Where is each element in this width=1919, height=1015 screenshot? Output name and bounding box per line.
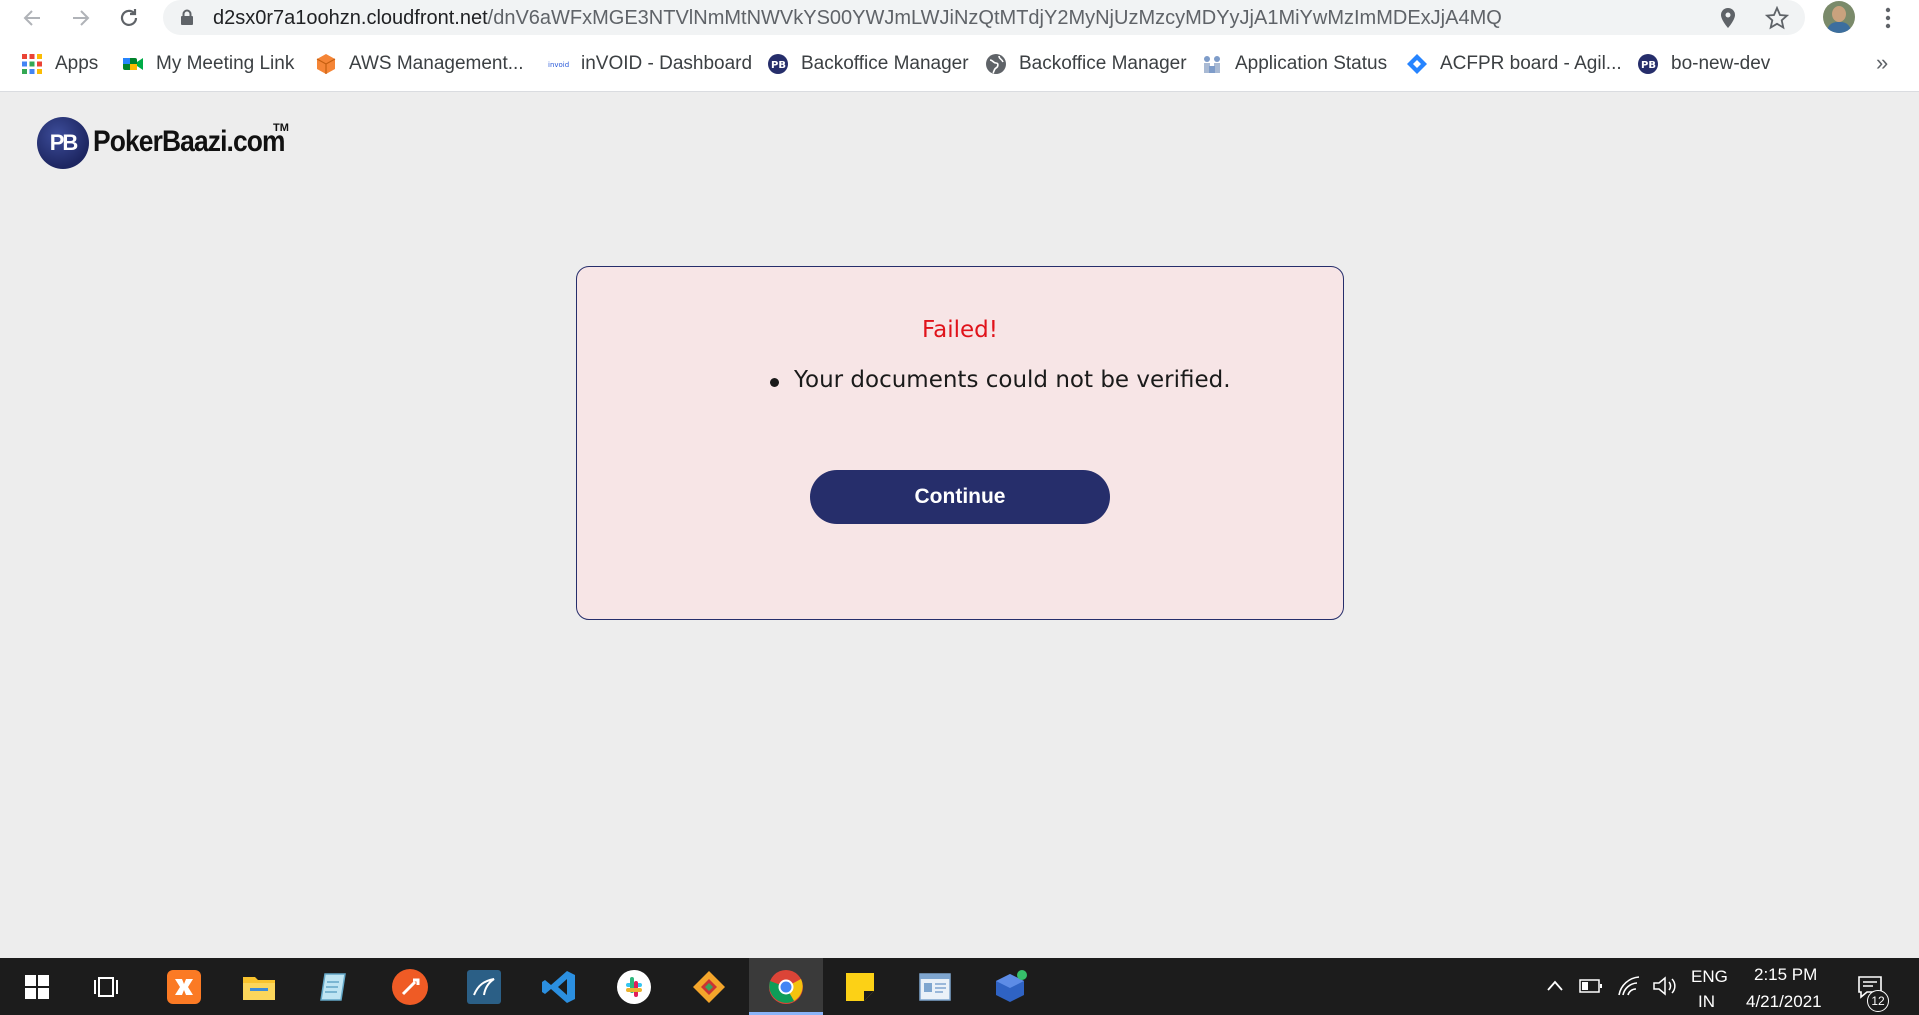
clock-date[interactable]: 4/21/2021 (1746, 992, 1822, 1012)
pb-icon: PB (768, 54, 788, 74)
chevron-up-icon[interactable] (1546, 979, 1564, 993)
taskbar-app-xampp[interactable] (147, 958, 221, 1015)
windows-start-icon (25, 974, 49, 999)
status-title: Failed! (922, 317, 998, 343)
svg-text:PB: PB (771, 60, 786, 71)
avatar-face (1832, 6, 1846, 22)
bookmark-label: My Meeting Link (156, 53, 295, 74)
logo-badge: PB (37, 117, 89, 169)
taskbar-app-vscode[interactable] (522, 958, 596, 1015)
reload-icon (120, 9, 138, 26)
forward-arrow-icon (73, 10, 90, 26)
continue-button[interactable]: Continue (810, 470, 1110, 524)
svg-text:PB: PB (1641, 60, 1656, 71)
task-view-icon (94, 976, 118, 997)
xampp-icon (167, 969, 201, 1004)
taskbar-app-mysql-workbench[interactable] (447, 958, 521, 1015)
jira-icon (1407, 54, 1427, 74)
invoid-icon: invoid (548, 61, 569, 69)
aws-box-icon (316, 54, 336, 74)
taskbar-app-contacts[interactable] (898, 958, 972, 1015)
virtualbox-icon (996, 969, 1027, 1002)
chrome-icon (769, 969, 803, 1004)
bookmarks-bar: Apps My Meeting Link AWS Management... i… (0, 38, 1919, 92)
kebab-menu-icon[interactable] (1876, 6, 1900, 30)
bookmark-meeting-link[interactable]: My Meeting Link (122, 51, 294, 77)
status-icon (1204, 56, 1220, 73)
taskbar-app-slack[interactable] (597, 958, 671, 1015)
taskbar-app-git-tool[interactable] (672, 958, 746, 1015)
bookmark-star-icon[interactable] (1765, 6, 1789, 30)
mysql-workbench-icon (467, 969, 501, 1004)
profile-avatar[interactable] (1823, 1, 1855, 33)
bookmark-label: Backoffice Manager (1019, 53, 1187, 74)
location-pin-icon[interactable] (1719, 7, 1737, 29)
url-host: d2sx0r7a1oohzn.cloudfront.net (213, 7, 488, 29)
browser-toolbar: d2sx0r7a1oohzn.cloudfront.net/dnV6aWFxMG… (0, 0, 1919, 38)
taskbar-app-sticky-notes[interactable] (823, 958, 897, 1015)
address-bar[interactable]: d2sx0r7a1oohzn.cloudfront.net/dnV6aWFxMG… (163, 0, 1805, 35)
bookmark-label: inVOID - Dashboard (581, 53, 753, 74)
back-arrow-icon (23, 10, 40, 26)
apps-grid-icon (22, 54, 42, 74)
pb-icon: PB (1638, 54, 1658, 74)
wifi-icon[interactable] (1617, 975, 1641, 997)
sticky-notes-icon (846, 972, 874, 1001)
bookmarks-overflow-button[interactable]: » (1876, 50, 1888, 76)
forward-button[interactable] (66, 3, 96, 33)
bookmark-apps[interactable]: Apps (21, 51, 98, 77)
vscode-icon (542, 970, 575, 1003)
url-path: /dnV6aWFxMGE3NTVlNmMtNWVkYS00YWJmLWJiNzQ… (487, 7, 1502, 29)
battery-icon[interactable] (1579, 978, 1603, 994)
lock-icon (181, 9, 193, 25)
notepad-icon (320, 972, 346, 1001)
globe-icon (986, 54, 1006, 74)
slack-icon (617, 969, 651, 1004)
windows-taskbar: ENG IN 2:15 PM 4/21/2021 12 (0, 958, 1919, 1015)
taskbar-app-postman[interactable] (373, 958, 447, 1015)
reload-button[interactable] (114, 3, 144, 33)
avatar-shirt (1827, 22, 1851, 33)
taskbar-app-chrome[interactable] (749, 958, 823, 1015)
task-view-button[interactable] (70, 958, 144, 1015)
bookmark-label: Apps (55, 53, 99, 74)
start-button[interactable] (0, 958, 74, 1015)
notification-badge: 12 (1867, 990, 1889, 1012)
back-button[interactable] (17, 3, 47, 33)
message-text: Your documents could not be verified. (794, 367, 1231, 393)
bookmark-invoid[interactable]: invoid inVOID - Dashboard (547, 51, 752, 77)
bookmark-label: bo-new-dev (1671, 53, 1771, 74)
region-indicator[interactable]: IN (1698, 992, 1715, 1012)
taskbar-app-file-explorer[interactable] (222, 958, 296, 1015)
bookmark-label: AWS Management... (349, 53, 524, 74)
meet-icon (123, 58, 143, 70)
clock-time[interactable]: 2:15 PM (1754, 965, 1817, 985)
list-item: Your documents could not be verified. (770, 367, 1231, 393)
file-explorer-icon (243, 976, 275, 1000)
bookmark-label: Backoffice Manager (801, 53, 969, 74)
message-list: Your documents could not be verified. (770, 367, 1231, 393)
postman-icon (392, 968, 428, 1005)
bookmark-aws[interactable]: AWS Management... (315, 51, 524, 77)
bookmark-backoffice-2[interactable]: Backoffice Manager (985, 51, 1187, 77)
verification-result-card: Failed! Your documents could not be veri… (576, 266, 1344, 620)
git-tool-icon (693, 970, 725, 1003)
language-indicator[interactable]: ENG (1691, 967, 1728, 987)
pokerbaazi-logo[interactable]: PB PokerBaazi.com TM (37, 117, 297, 171)
logo-text: PokerBaazi.com (93, 125, 286, 158)
url-text: d2sx0r7a1oohzn.cloudfront.net/dnV6aWFxMG… (213, 7, 1502, 30)
bookmark-label: ACFPR board - Agil... (1440, 53, 1622, 74)
bookmark-acfpr-board[interactable]: ACFPR board - Agil... (1406, 51, 1622, 77)
bullet-icon (770, 378, 779, 387)
bookmark-label: Application Status (1235, 53, 1388, 74)
bookmark-bo-new-dev[interactable]: PB bo-new-dev (1637, 51, 1770, 77)
bookmark-application-status[interactable]: Application Status (1201, 51, 1387, 77)
taskbar-app-virtualbox[interactable] (973, 958, 1047, 1015)
bookmark-backoffice-1[interactable]: PB Backoffice Manager (767, 51, 969, 77)
contacts-icon (919, 972, 951, 1001)
svg-text:invoid: invoid (548, 61, 569, 69)
logo-trademark: TM (273, 122, 289, 134)
taskbar-app-notepad[interactable] (297, 958, 371, 1015)
speaker-icon[interactable] (1652, 975, 1678, 997)
